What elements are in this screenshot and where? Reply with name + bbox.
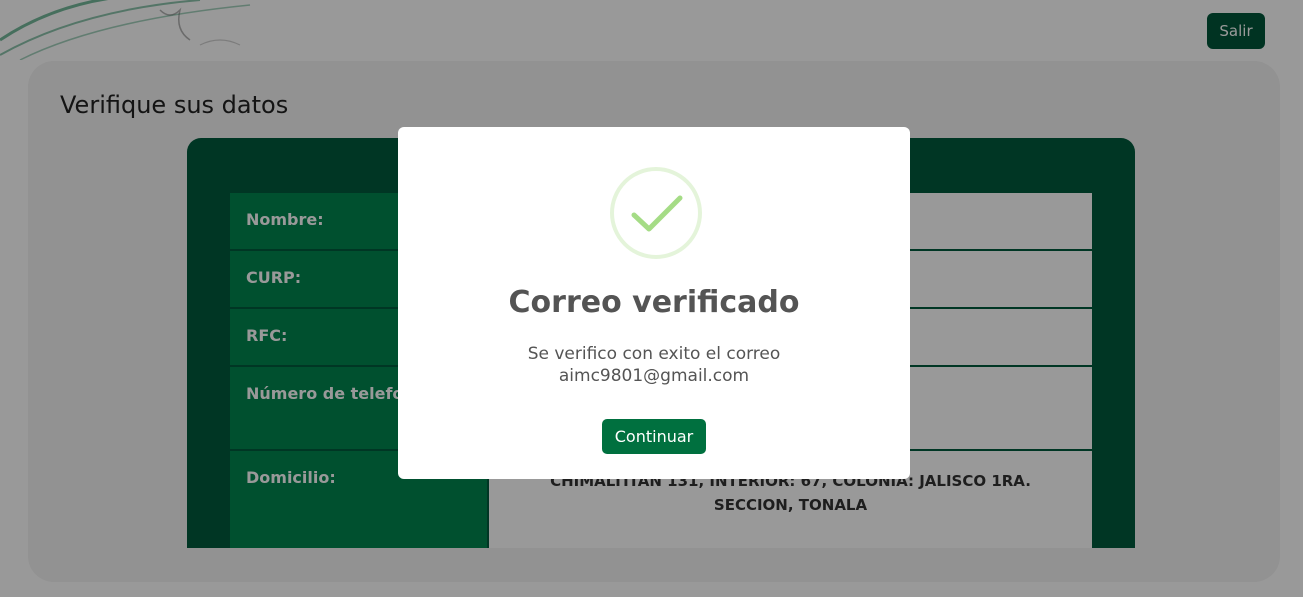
dialog-email: aimc9801@gmail.com xyxy=(558,366,750,386)
dialog-message: Se verifico con exito el correo aimc9801… xyxy=(398,343,910,387)
dialog-message-line: Se verifico con exito el correo xyxy=(527,344,781,364)
success-check-icon xyxy=(610,167,702,259)
continue-button[interactable]: Continuar xyxy=(602,419,706,454)
dialog-title: Correo verificado xyxy=(508,285,800,320)
success-dialog: Correo verificado Se verifico con exito … xyxy=(398,127,910,479)
